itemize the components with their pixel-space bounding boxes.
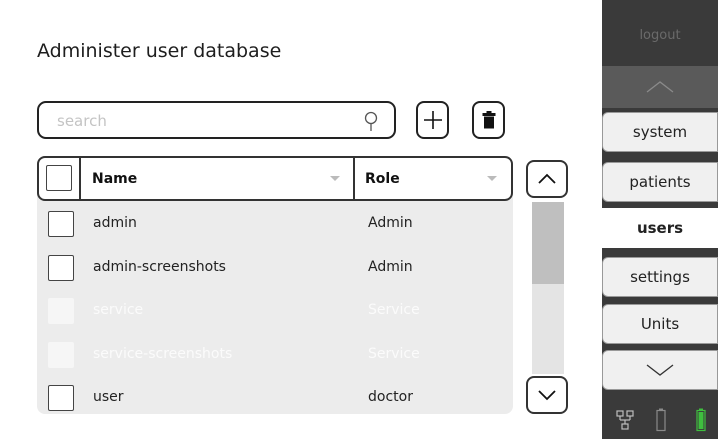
user-name: admin-screenshots bbox=[93, 259, 226, 275]
sidebar-item-system[interactable]: system bbox=[602, 112, 718, 152]
network-icon bbox=[616, 410, 634, 430]
user-name: service bbox=[93, 302, 144, 318]
sort-role-icon[interactable] bbox=[487, 176, 497, 181]
battery-empty-icon bbox=[656, 408, 666, 432]
user-table: Name Role admin Admin admin-screenshots … bbox=[37, 156, 513, 414]
sidebar-scroll-down-button[interactable] bbox=[602, 350, 718, 390]
table-row[interactable]: admin-screenshots Admin bbox=[37, 246, 513, 290]
select-all-checkbox[interactable] bbox=[46, 165, 72, 191]
delete-user-button[interactable] bbox=[472, 101, 505, 139]
chevron-down-icon bbox=[646, 364, 674, 376]
sidebar: logout system patients users settings Un… bbox=[602, 0, 718, 439]
scrollbar-thumb[interactable] bbox=[532, 202, 564, 284]
sidebar-item-patients[interactable]: patients bbox=[602, 162, 718, 202]
column-header-name[interactable]: Name bbox=[92, 171, 137, 187]
search-icon[interactable] bbox=[364, 111, 378, 137]
table-row[interactable]: user doctor bbox=[37, 376, 513, 420]
row-checkbox[interactable] bbox=[48, 255, 74, 281]
chevron-down-icon bbox=[538, 390, 556, 401]
sort-name-icon[interactable] bbox=[330, 176, 340, 181]
user-name: user bbox=[93, 389, 124, 405]
header-divider bbox=[353, 158, 355, 199]
header-divider bbox=[79, 158, 81, 199]
row-checkbox bbox=[48, 298, 74, 324]
user-name: admin bbox=[93, 215, 137, 231]
page-title: Administer user database bbox=[37, 40, 282, 62]
user-role: Service bbox=[368, 346, 420, 362]
user-role: doctor bbox=[368, 389, 413, 405]
search-box[interactable] bbox=[37, 101, 396, 139]
search-input[interactable] bbox=[57, 110, 357, 132]
row-checkbox[interactable] bbox=[48, 211, 74, 237]
sidebar-item-units[interactable]: Units bbox=[602, 304, 718, 344]
table-row: service-screenshots Service bbox=[37, 333, 513, 377]
row-checkbox[interactable] bbox=[48, 385, 74, 411]
chevron-up-icon bbox=[538, 173, 556, 184]
row-checkbox bbox=[48, 342, 74, 368]
table-row: service Service bbox=[37, 289, 513, 333]
status-bar bbox=[602, 405, 718, 439]
add-user-button[interactable] bbox=[416, 101, 449, 139]
chevron-up-icon bbox=[646, 81, 674, 93]
plus-icon bbox=[423, 111, 442, 129]
logout-button[interactable]: logout bbox=[602, 28, 718, 43]
user-role: Service bbox=[368, 302, 420, 318]
sidebar-scroll-up-button[interactable] bbox=[602, 66, 718, 108]
trash-icon bbox=[482, 111, 495, 129]
main-panel: Administer user database Name bbox=[0, 0, 602, 439]
sidebar-item-users[interactable]: users bbox=[602, 208, 718, 248]
table-row[interactable]: admin Admin bbox=[37, 202, 513, 246]
user-name: service-screenshots bbox=[93, 346, 233, 362]
scroll-up-button[interactable] bbox=[526, 160, 568, 198]
column-header-role[interactable]: Role bbox=[365, 171, 400, 187]
battery-full-icon bbox=[696, 408, 706, 432]
sidebar-item-settings[interactable]: settings bbox=[602, 257, 718, 297]
scroll-down-button[interactable] bbox=[526, 376, 568, 414]
user-role: Admin bbox=[368, 259, 413, 275]
table-header: Name Role bbox=[37, 156, 513, 201]
user-role: Admin bbox=[368, 215, 413, 231]
